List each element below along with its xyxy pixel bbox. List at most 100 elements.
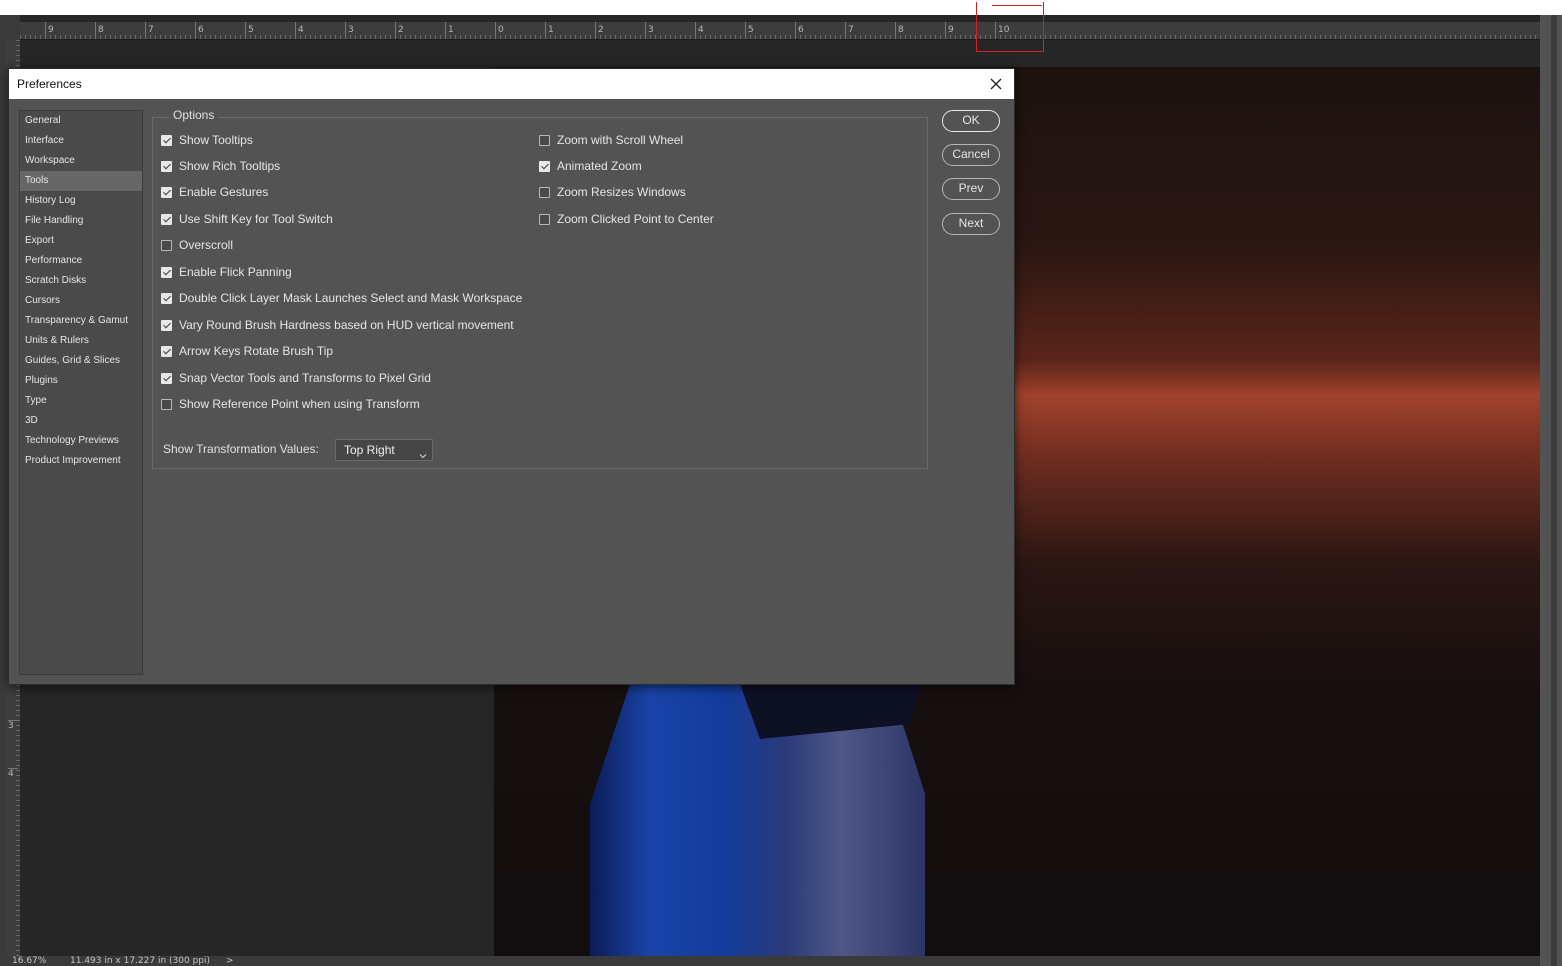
category-item-plugins[interactable]: Plugins <box>20 371 142 391</box>
status-bar: 16.67% 11.493 in x 17.227 in (300 ppi) > <box>0 956 1540 966</box>
checkbox[interactable] <box>161 372 172 384</box>
checkbox[interactable] <box>539 186 550 198</box>
option-vary-round-brush-hardness-based-on-hud-vertical-movement[interactable]: Vary Round Brush Hardness based on HUD v… <box>161 317 514 333</box>
option-label: Vary Round Brush Hardness based on HUD v… <box>179 318 514 332</box>
option-snap-vector-tools-and-transforms-to-pixel-grid[interactable]: Snap Vector Tools and Transforms to Pixe… <box>161 370 431 386</box>
top-ruler-label: 7 <box>845 22 854 39</box>
option-label: Arrow Keys Rotate Brush Tip <box>179 344 334 358</box>
checkbox[interactable] <box>161 398 172 410</box>
checkbox[interactable] <box>161 266 172 278</box>
zoom-level[interactable]: 16.67% <box>12 956 46 966</box>
left-ruler-label: 4 <box>8 768 18 779</box>
option-zoom-resizes-windows[interactable]: Zoom Resizes Windows <box>539 184 686 200</box>
options-title: Options <box>169 108 219 122</box>
transform-values-select[interactable]: Top Right <box>335 439 433 461</box>
option-zoom-clicked-point-to-center[interactable]: Zoom Clicked Point to Center <box>539 211 714 227</box>
top-ruler-label: 7 <box>145 22 154 39</box>
option-enable-gestures[interactable]: Enable Gestures <box>161 184 268 200</box>
top-ruler-label: 3 <box>345 22 354 39</box>
category-item-transparency-gamut[interactable]: Transparency & Gamut <box>20 311 142 331</box>
category-item-3d[interactable]: 3D <box>20 411 142 431</box>
option-label: Overscroll <box>179 238 234 252</box>
top-ruler-label: 5 <box>745 22 754 39</box>
checkbox[interactable] <box>161 319 172 331</box>
option-label: Zoom Resizes Windows <box>557 185 686 199</box>
category-item-technology-previews[interactable]: Technology Previews <box>20 431 142 451</box>
close-icon[interactable] <box>986 74 1006 94</box>
top-ruler-label: 0 <box>495 22 504 39</box>
category-item-product-improvement[interactable]: Product Improvement <box>20 451 142 471</box>
next-button[interactable]: Next <box>942 213 1000 235</box>
category-item-performance[interactable]: Performance <box>20 251 142 271</box>
ok-button[interactable]: OK <box>942 110 1000 132</box>
option-label: Show Reference Point when using Transfor… <box>179 397 420 411</box>
checkbox[interactable] <box>539 213 550 225</box>
option-show-reference-point-when-using-transform[interactable]: Show Reference Point when using Transfor… <box>161 396 420 412</box>
option-use-shift-key-for-tool-switch[interactable]: Use Shift Key for Tool Switch <box>161 211 333 227</box>
chevron-down-icon <box>419 445 427 459</box>
category-item-interface[interactable]: Interface <box>20 131 142 151</box>
category-item-cursors[interactable]: Cursors <box>20 291 142 311</box>
top-ruler-label: 2 <box>595 22 604 39</box>
option-enable-flick-panning[interactable]: Enable Flick Panning <box>161 264 292 280</box>
dialog-title: Preferences <box>17 77 82 91</box>
top-ruler-label: 6 <box>795 22 804 39</box>
top-ruler-label: 8 <box>895 22 904 39</box>
top-ruler-label: 6 <box>195 22 204 39</box>
status-arrow[interactable]: > <box>226 956 234 966</box>
checkbox[interactable] <box>161 134 172 146</box>
category-item-file-handling[interactable]: File Handling <box>20 211 142 231</box>
category-item-general[interactable]: General <box>20 111 142 131</box>
top-ruler-label: 4 <box>695 22 704 39</box>
checkbox[interactable] <box>539 160 550 172</box>
transform-values-label: Show Transformation Values: <box>163 442 319 456</box>
option-zoom-with-scroll-wheel[interactable]: Zoom with Scroll Wheel <box>539 132 683 148</box>
option-label: Zoom Clicked Point to Center <box>557 212 714 226</box>
checkbox[interactable] <box>161 239 172 251</box>
red-annotation-mark <box>976 2 1044 52</box>
checkbox[interactable] <box>161 160 172 172</box>
preferences-dialog: Preferences General Interface Workspace Too… <box>8 68 1015 685</box>
category-item-units-rulers[interactable]: Units & Rulers <box>20 331 142 351</box>
dialog-title-bar[interactable]: Preferences <box>9 69 1014 99</box>
option-label: Use Shift Key for Tool Switch <box>179 212 333 226</box>
option-show-tooltips[interactable]: Show Tooltips <box>161 132 253 148</box>
option-animated-zoom[interactable]: Animated Zoom <box>539 158 642 174</box>
checkbox[interactable] <box>161 213 172 225</box>
checkbox[interactable] <box>539 134 550 146</box>
top-ruler-label: 2 <box>395 22 404 39</box>
vertical-scrollbar[interactable] <box>1540 15 1562 966</box>
top-ruler-label: 8 <box>95 22 104 39</box>
transform-values-value: Top Right <box>344 443 395 457</box>
top-ruler-label: 4 <box>295 22 304 39</box>
category-item-tools[interactable]: Tools <box>20 171 142 191</box>
option-label: Enable Flick Panning <box>179 265 292 279</box>
option-show-rich-tooltips[interactable]: Show Rich Tooltips <box>161 158 280 174</box>
option-label: Snap Vector Tools and Transforms to Pixe… <box>179 371 431 385</box>
category-item-scratch-disks[interactable]: Scratch Disks <box>20 271 142 291</box>
top-ruler-label: 3 <box>645 22 654 39</box>
prev-button[interactable]: Prev <box>942 178 1000 200</box>
category-item-history-log[interactable]: History Log <box>20 191 142 211</box>
top-ruler-label: 5 <box>245 22 254 39</box>
red-annotation-mark-top <box>992 5 1042 8</box>
option-overscroll[interactable]: Overscroll <box>161 237 233 253</box>
top-ruler-label: 9 <box>45 22 54 39</box>
option-arrow-keys-rotate-brush-tip[interactable]: Arrow Keys Rotate Brush Tip <box>161 343 333 359</box>
option-label: Show Tooltips <box>179 133 253 147</box>
checkbox[interactable] <box>161 345 172 357</box>
checkbox[interactable] <box>161 292 172 304</box>
top-ruler-label: 9 <box>945 22 954 39</box>
option-label: Enable Gestures <box>179 185 269 199</box>
category-item-workspace[interactable]: Workspace <box>20 151 142 171</box>
left-ruler-label: 3 <box>8 720 18 731</box>
option-double-click-layer-mask-launches-select-and-mask-workspace[interactable]: Double Click Layer Mask Launches Select … <box>161 290 522 306</box>
cancel-button[interactable]: Cancel <box>942 144 1000 166</box>
checkbox[interactable] <box>161 186 172 198</box>
category-item-type[interactable]: Type <box>20 391 142 411</box>
document-size: 11.493 in x 17.227 in (300 ppi) <box>70 956 211 966</box>
option-label: Zoom with Scroll Wheel <box>557 133 684 147</box>
category-item-export[interactable]: Export <box>20 231 142 251</box>
top-ruler-label: 1 <box>445 22 454 39</box>
category-item-guides-grid-slices[interactable]: Guides, Grid & Slices <box>20 351 142 371</box>
